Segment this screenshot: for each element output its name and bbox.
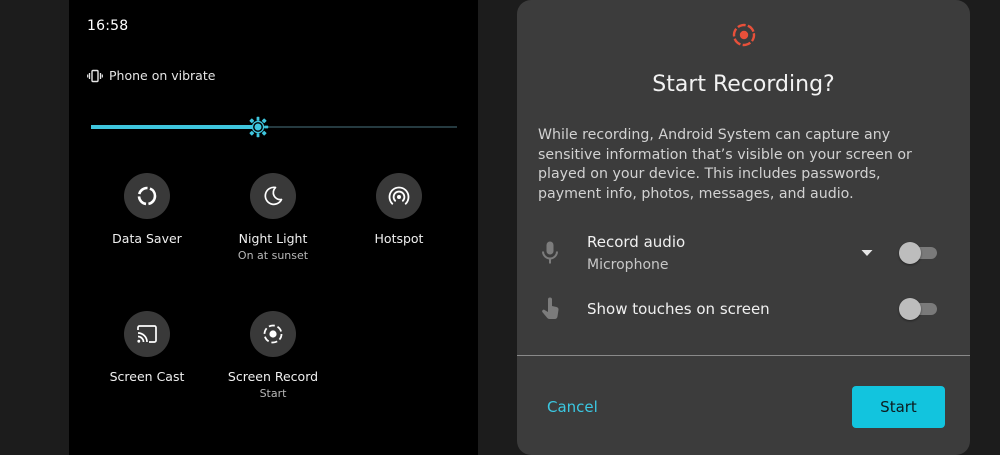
tile-label: Screen Record — [227, 369, 319, 384]
show-touches-label: Show touches on screen — [587, 300, 770, 318]
hotspot-icon — [388, 186, 410, 205]
record-audio-label: Record audio — [587, 233, 686, 251]
start-button[interactable]: Start — [852, 386, 945, 428]
brightness-icon[interactable] — [247, 116, 269, 138]
tile-hotspot[interactable]: Hotspot — [339, 173, 459, 246]
tile-night-light[interactable]: Night Light On at sunset — [213, 173, 333, 262]
tile-label: Screen Cast — [109, 369, 185, 384]
status-bar-time: 16:58 — [87, 18, 129, 34]
ringer-status: Phone on vibrate — [87, 68, 215, 83]
tile-data-saver-button[interactable] — [124, 173, 170, 219]
dialog-title: Start Recording? — [652, 72, 835, 97]
tile-data-saver[interactable]: Data Saver — [87, 173, 207, 246]
brightness-fill — [91, 125, 258, 129]
chevron-down-icon[interactable] — [860, 248, 874, 258]
tile-screen-cast-button[interactable] — [124, 311, 170, 357]
record-audio-toggle[interactable] — [899, 242, 937, 264]
tile-sublabel: On at sunset — [237, 249, 309, 262]
audio-source-select[interactable]: Microphone — [587, 257, 669, 273]
record-audio-option[interactable]: Record audio Microphone — [517, 232, 970, 273]
tile-night-light-button[interactable] — [250, 173, 296, 219]
data-saver-icon — [137, 186, 157, 206]
quick-settings-panel: 16:58 Phone on vibrate Data Saver Night … — [69, 0, 478, 455]
night-light-icon — [264, 186, 283, 206]
toggle-thumb — [899, 298, 921, 320]
start-recording-dialog: Start Recording? While recording, Androi… — [517, 0, 970, 455]
show-touches-toggle[interactable] — [899, 298, 937, 320]
tile-screen-cast[interactable]: Screen Cast — [87, 311, 207, 384]
tile-label: Data Saver — [112, 231, 182, 246]
screen-record-icon — [732, 23, 756, 47]
screen-cast-icon — [137, 325, 157, 343]
screen-record-icon — [263, 324, 283, 344]
toggle-thumb — [899, 242, 921, 264]
show-touches-option[interactable]: Show touches on screen — [517, 292, 970, 332]
ringer-status-label: Phone on vibrate — [109, 68, 216, 83]
dialog-divider — [517, 355, 970, 356]
dialog-body: While recording, Android System can capt… — [538, 127, 912, 202]
tile-sublabel: Start — [259, 387, 287, 400]
touch-icon — [542, 297, 559, 320]
tile-label: Hotspot — [374, 231, 424, 246]
tile-screen-record-button[interactable] — [250, 311, 296, 357]
cancel-button[interactable]: Cancel — [547, 392, 627, 422]
tile-hotspot-button[interactable] — [376, 173, 422, 219]
tile-label: Night Light — [238, 231, 308, 246]
microphone-icon — [542, 241, 558, 264]
brightness-slider[interactable] — [91, 116, 457, 138]
tile-screen-record[interactable]: Screen Record Start — [213, 311, 333, 400]
vibrate-icon — [87, 69, 103, 83]
